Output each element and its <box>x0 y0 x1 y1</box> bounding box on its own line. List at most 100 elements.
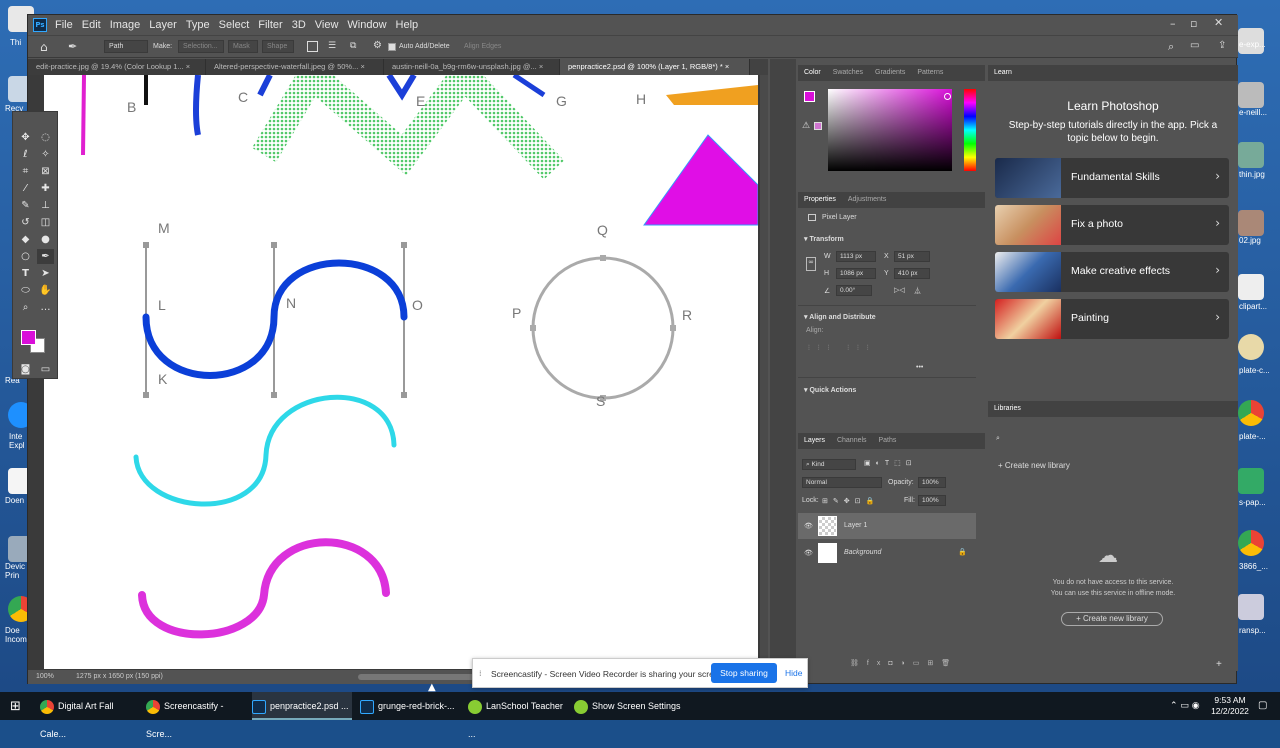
tab-edit-practice[interactable]: edit-practice.jpg @ 19.4% (Color Lookup … <box>28 59 206 75</box>
path-arrangement-icon[interactable]: ⧉ <box>350 41 356 51</box>
pen-tool-icon[interactable]: ✒ <box>37 249 54 264</box>
handle-point[interactable] <box>271 242 277 248</box>
handle-point[interactable] <box>143 392 149 398</box>
share-icon[interactable]: ⇪ <box>1218 40 1226 51</box>
taskbar-item-chrome-1[interactable]: Digital Art Fall Cale... <box>40 692 140 739</box>
chrome-icon[interactable] <box>1238 400 1264 426</box>
tab-properties[interactable]: Properties <box>804 196 836 203</box>
learn-card-fundamental-skills[interactable]: Fundamental Skills › <box>995 158 1229 198</box>
tab-gradients[interactable]: Gradients <box>875 69 905 76</box>
create-new-library-link[interactable]: + Create new library <box>998 461 1070 470</box>
horizontal-scrollbar[interactable] <box>358 674 478 680</box>
image-file-icon[interactable] <box>1238 594 1264 620</box>
taskbar-item-lanschool[interactable]: LanSchool Teacher ... <box>468 692 568 739</box>
frame-tool-icon[interactable]: ⊠ <box>37 164 54 179</box>
angle-field[interactable]: 0.00° <box>836 285 872 296</box>
vertical-scrollbar[interactable] <box>760 75 768 669</box>
lasso-tool-icon[interactable]: ℓ <box>17 147 34 162</box>
path-select-tool-icon[interactable]: ➤ <box>37 266 54 281</box>
handle-point[interactable] <box>271 392 277 398</box>
tab-close-icon[interactable]: × <box>186 62 190 71</box>
tab-altered-perspective[interactable]: Altered-perspective-waterfall.jpeg @ 50%… <box>206 59 384 75</box>
tab-layers[interactable]: Layers <box>804 437 825 444</box>
image-file-icon[interactable] <box>1238 142 1264 168</box>
align-distribute-section[interactable]: ▾ Align and Distribute <box>804 313 876 321</box>
pen-tool-icon[interactable]: ✒ <box>68 40 77 53</box>
history-brush-tool-icon[interactable]: ↺ <box>17 215 34 230</box>
tab-penpractice2[interactable]: penpractice2.psd @ 100% (Layer 1, RGB/8*… <box>560 59 750 75</box>
healing-tool-icon[interactable]: ✚ <box>37 181 54 196</box>
layer-row-background[interactable]: 👁 Background 🔒 <box>798 540 976 566</box>
color-fg-swatch[interactable] <box>804 91 815 102</box>
hue-slider[interactable] <box>964 89 976 171</box>
height-field[interactable]: 1086 px <box>836 268 876 279</box>
tool-mode-select[interactable]: Path <box>104 40 148 53</box>
notifications-icon[interactable]: ▢ <box>1258 700 1267 711</box>
learn-card-fix-photo[interactable]: Fix a photo › <box>995 205 1229 245</box>
menu-type[interactable]: Type <box>186 19 210 31</box>
layer-footer-icons[interactable]: ⛓fx◘◑▭⊞🗑 <box>850 659 958 667</box>
image-file-icon[interactable] <box>1238 468 1264 494</box>
more-options-icon[interactable]: ••• <box>916 364 923 371</box>
learn-card-painting[interactable]: Painting › <box>995 299 1229 339</box>
image-file-icon[interactable] <box>1238 210 1264 236</box>
workspace-icon[interactable]: ▭ <box>1190 40 1199 51</box>
y-field[interactable]: 410 px <box>894 268 930 279</box>
tab-close-icon[interactable]: × <box>360 62 364 71</box>
taskbar-item-chrome-2[interactable]: Screencastify - Scre... <box>146 692 246 739</box>
anchor-point[interactable] <box>670 325 676 331</box>
menu-help[interactable]: Help <box>396 19 419 31</box>
handle-point[interactable] <box>401 242 407 248</box>
minimize-icon[interactable]: – <box>1170 17 1176 30</box>
image-file-icon[interactable] <box>1238 82 1264 108</box>
tab-color[interactable]: Color <box>804 69 821 76</box>
layer-filter-select[interactable]: ⌕ Kind <box>802 459 856 470</box>
flip-vertical-icon[interactable]: ⏅ <box>914 286 921 296</box>
blur-tool-icon[interactable]: ● <box>37 232 54 247</box>
lock-icons[interactable]: ⊞✎✥⊡🔒 <box>822 497 879 505</box>
gear-icon[interactable]: ⚙ <box>373 40 382 51</box>
selection-button[interactable]: Selection... <box>178 40 224 53</box>
quick-select-tool-icon[interactable]: ✧ <box>37 147 54 162</box>
search-icon[interactable]: ⌕ <box>1168 40 1174 54</box>
web-safe-swatch[interactable] <box>814 122 822 130</box>
eraser-tool-icon[interactable]: ◫ <box>37 215 54 230</box>
anchor-point[interactable] <box>530 325 536 331</box>
image-file-icon[interactable] <box>1238 334 1264 360</box>
path-alignment-icon[interactable]: ☰ <box>328 41 336 51</box>
link-icon[interactable]: ∞ <box>806 257 816 271</box>
tab-austin-neill[interactable]: austin-neill-0a_b9g-rm6w-unsplash.jpg @.… <box>384 59 560 75</box>
zoom-level[interactable]: 100% <box>36 673 54 680</box>
tab-patterns[interactable]: Patterns <box>917 69 943 76</box>
tab-adjustments[interactable]: Adjustments <box>848 196 887 203</box>
menu-filter[interactable]: Filter <box>258 19 282 31</box>
taskbar-item-screen-settings[interactable]: Show Screen Settings <box>574 692 684 720</box>
tab-learn[interactable]: Learn <box>994 69 1012 76</box>
tab-paths[interactable]: Paths <box>879 437 897 444</box>
library-search-icon[interactable]: ⌕ <box>996 435 1000 443</box>
clock-time[interactable]: 9:53 AM <box>1212 695 1248 705</box>
blend-mode-select[interactable]: Normal <box>802 477 882 488</box>
tab-close-icon[interactable]: × <box>725 62 729 71</box>
x-field[interactable]: 51 px <box>894 251 930 262</box>
tab-libraries[interactable]: Libraries <box>994 405 1021 412</box>
handle-point[interactable] <box>401 392 407 398</box>
marquee-tool-icon[interactable]: ◌ <box>37 130 54 145</box>
menu-3d[interactable]: 3D <box>292 19 306 31</box>
create-library-button[interactable]: + Create new library <box>1061 612 1163 626</box>
menu-select[interactable]: Select <box>219 19 250 31</box>
auto-add-delete-checkbox[interactable] <box>388 43 396 51</box>
system-tray-icons[interactable]: ⌃ ▭ ◉ <box>1170 701 1200 711</box>
paint-bucket-tool-icon[interactable]: ◆ <box>17 232 34 247</box>
dodge-tool-icon[interactable]: ○ <box>17 249 34 264</box>
menu-edit[interactable]: Edit <box>82 19 101 31</box>
mask-button[interactable]: Mask <box>228 40 258 53</box>
brush-tool-icon[interactable]: ✎ <box>17 198 34 213</box>
close-icon[interactable]: ✕ <box>1214 16 1223 29</box>
zoom-tool-icon[interactable]: ⌕ <box>17 300 34 315</box>
eyedropper-tool-icon[interactable]: ⁄ <box>17 181 34 196</box>
tab-swatches[interactable]: Swatches <box>833 69 863 76</box>
align-buttons[interactable]: ⫶⫶⫶ ⫶⫶⫶ <box>808 345 876 353</box>
home-icon[interactable]: ⌂ <box>40 40 48 54</box>
stop-sharing-button[interactable]: Stop sharing <box>711 663 777 683</box>
